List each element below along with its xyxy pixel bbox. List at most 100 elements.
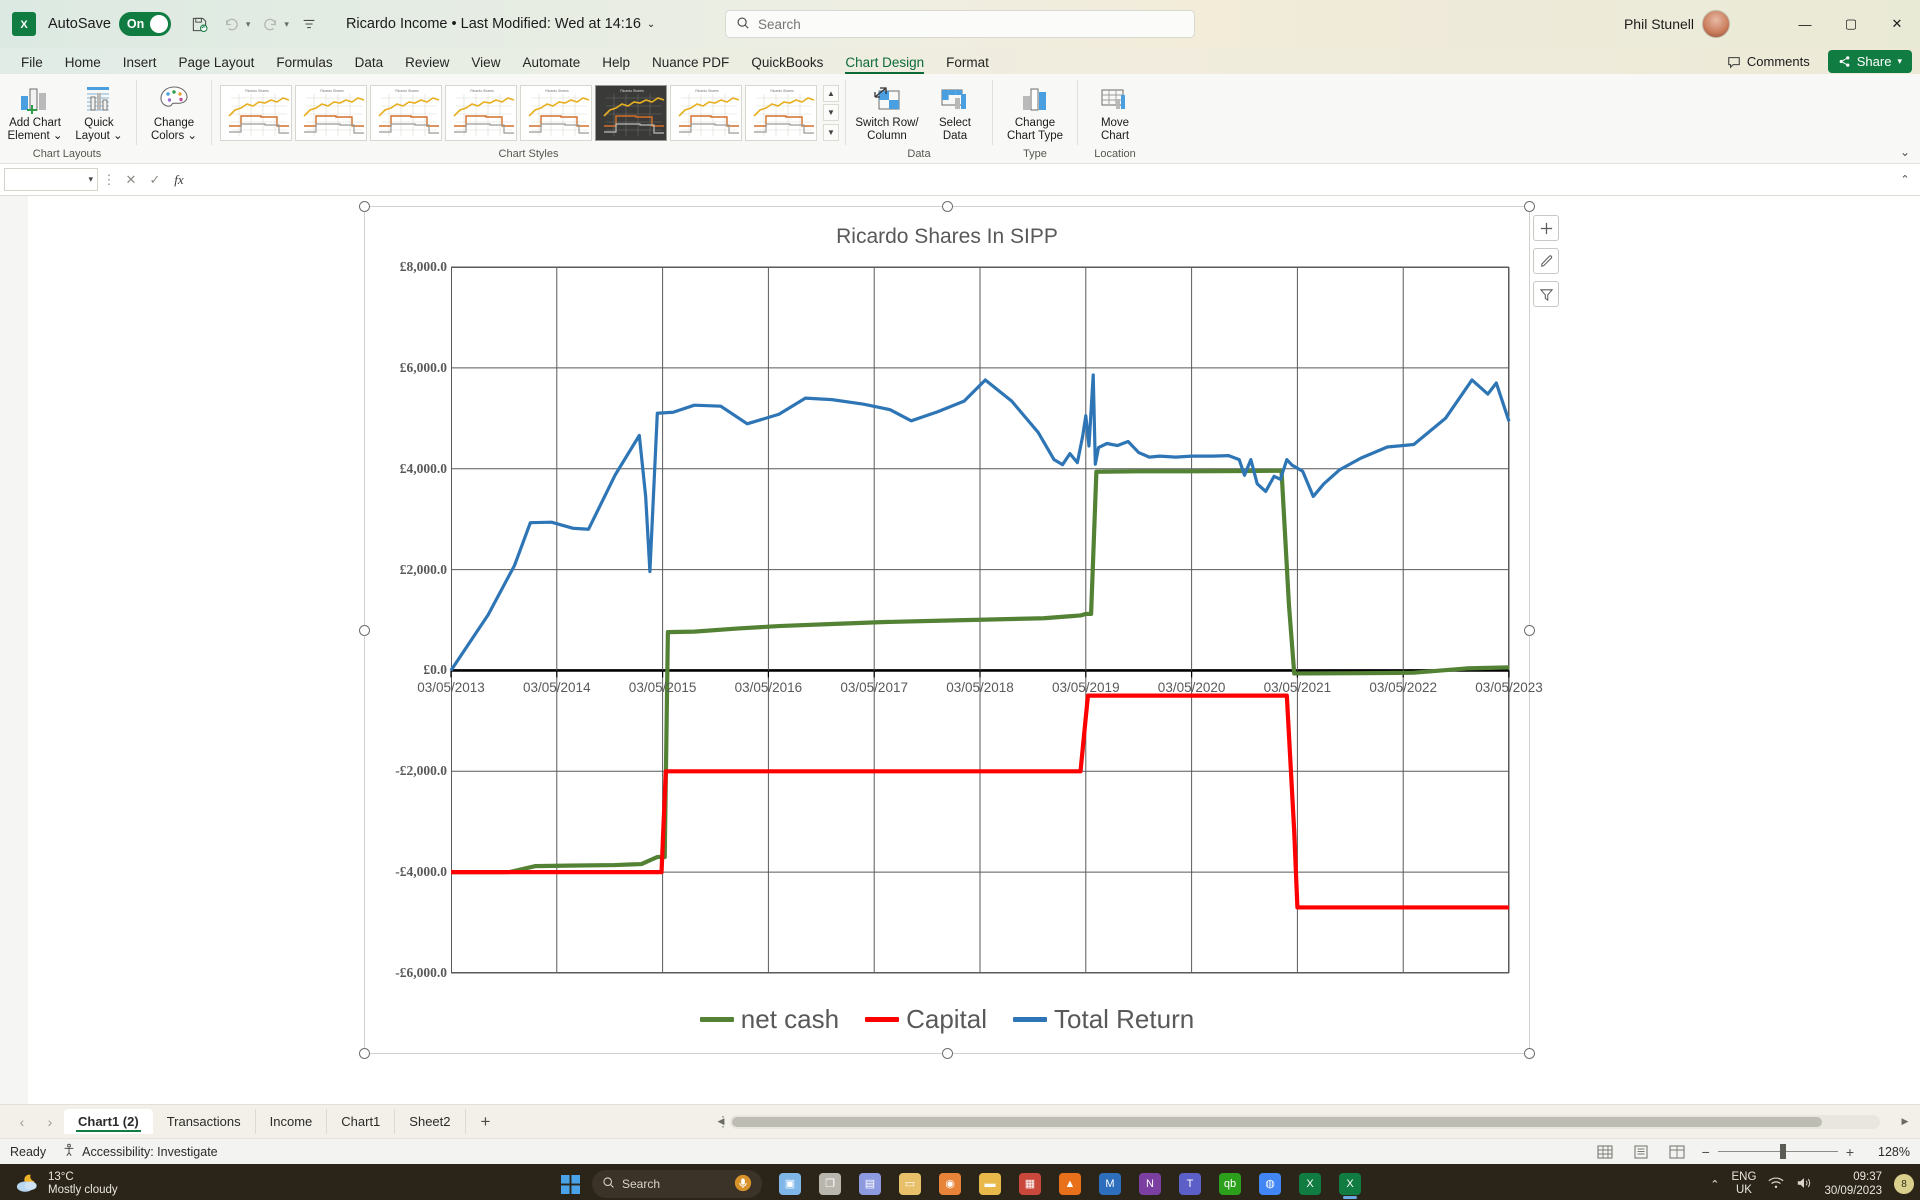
file-explorer-icon[interactable]: ▭: [892, 1167, 928, 1200]
zoom-out-button[interactable]: −: [1702, 1144, 1710, 1160]
ribbon-tab-nuance-pdf[interactable]: Nuance PDF: [641, 52, 740, 74]
task-view-icon[interactable]: ❐: [812, 1167, 848, 1200]
chart-styles-gallery-scrollbar[interactable]: ▲ ▼ ▼: [823, 84, 839, 141]
hscroll-right-arrow-icon[interactable]: ▶: [1896, 1116, 1914, 1127]
ribbon-collapse-icon[interactable]: ⌄: [1900, 145, 1910, 159]
add-chart-element-button[interactable]: Add Chart Element ⌄: [4, 79, 66, 146]
comments-button[interactable]: Comments: [1717, 50, 1820, 73]
chart-style-thumbnail-8[interactable]: Ricardo Shares: [745, 84, 817, 141]
change-colors-button[interactable]: Change Colors ⌄: [143, 79, 205, 146]
share-button[interactable]: Share ▾: [1827, 50, 1912, 73]
customize-qat-icon[interactable]: [294, 9, 324, 39]
resize-handle-top-left[interactable]: [359, 201, 370, 212]
ribbon-tab-page-layout[interactable]: Page Layout: [168, 52, 266, 74]
chart-style-thumbnail-4[interactable]: Ricardo Shares: [445, 84, 517, 141]
sheet-tab-transactions[interactable]: Transactions: [153, 1109, 256, 1134]
confirm-icon[interactable]: ✓: [144, 172, 166, 188]
firefox-icon[interactable]: ◉: [932, 1167, 968, 1200]
weather-widget[interactable]: 13°C Mostly cloudy: [14, 1171, 118, 1197]
teams-icon[interactable]: T: [1172, 1167, 1208, 1200]
hscroll-left-arrow-icon[interactable]: ◀: [712, 1116, 730, 1127]
chart-styles-button[interactable]: [1533, 248, 1559, 274]
zoom-slider[interactable]: − +: [1702, 1144, 1854, 1160]
resize-handle-top-right[interactable]: [1524, 201, 1535, 212]
accessibility-button[interactable]: Accessibility: Investigate: [62, 1143, 218, 1160]
chrome-icon[interactable]: ◍: [1252, 1167, 1288, 1200]
select-data-button[interactable]: Select Data: [924, 79, 986, 146]
ribbon-tab-data[interactable]: Data: [344, 52, 395, 74]
search-input[interactable]: [758, 16, 1184, 32]
wifi-icon[interactable]: [1768, 1176, 1784, 1193]
share-chevron-down-icon[interactable]: ▾: [1897, 56, 1902, 67]
save-icon[interactable]: [185, 9, 215, 39]
quick-layout-button[interactable]: Quick Layout ⌄: [68, 79, 130, 146]
scrollbar-thumb[interactable]: [732, 1116, 1822, 1127]
resize-handle-bottom-center[interactable]: [942, 1048, 953, 1059]
zoom-in-button[interactable]: +: [1846, 1144, 1854, 1160]
resize-handle-mid-left[interactable]: [359, 625, 370, 636]
chart-object[interactable]: Ricardo Shares In SIPP £8,000.0 £6,000.0 £…: [359, 201, 1559, 1059]
undo-dropdown-icon[interactable]: ▾: [246, 19, 251, 30]
language-indicator[interactable]: ENG UK: [1732, 1171, 1757, 1197]
ribbon-tab-chart-design[interactable]: Chart Design: [834, 52, 935, 74]
ribbon-tab-quickbooks[interactable]: QuickBooks: [740, 52, 834, 74]
excel-window-icon[interactable]: X: [1332, 1167, 1368, 1200]
user-account[interactable]: Phil Stunell: [1624, 10, 1730, 38]
resize-handle-top-center[interactable]: [942, 201, 953, 212]
legend-item-capital[interactable]: Capital: [865, 1004, 987, 1035]
zoom-level[interactable]: 128%: [1868, 1145, 1910, 1159]
chart-style-thumbnail-2[interactable]: Ricardo Shares: [295, 84, 367, 141]
sheet-tab-income[interactable]: Income: [256, 1109, 328, 1134]
ribbon-tab-home[interactable]: Home: [54, 52, 112, 74]
add-sheet-button[interactable]: +: [466, 1112, 506, 1132]
resize-handle-bottom-left[interactable]: [359, 1048, 370, 1059]
avatar[interactable]: [1702, 10, 1730, 38]
expand-formula-bar-icon[interactable]: ⌃: [1894, 173, 1916, 186]
sheet-tab-sheet2[interactable]: Sheet2: [395, 1109, 466, 1134]
ribbon-tab-format[interactable]: Format: [935, 52, 1000, 74]
move-chart-button[interactable]: Move Chart: [1084, 79, 1146, 146]
minimize-button[interactable]: —: [1782, 0, 1828, 48]
close-button[interactable]: ✕: [1874, 0, 1920, 48]
cancel-icon[interactable]: ✕: [120, 172, 142, 188]
notification-badge[interactable]: 8: [1894, 1174, 1914, 1194]
chart-style-thumbnail-5[interactable]: Ricardo Shares: [520, 84, 592, 141]
chart-style-thumbnail-7[interactable]: Ricardo Shares: [670, 84, 742, 141]
gallery-scroll-up-icon[interactable]: ▲: [823, 84, 839, 102]
legend-item-total-return[interactable]: Total Return: [1013, 1004, 1194, 1035]
name-box[interactable]: ▾: [4, 168, 98, 191]
normal-view-button[interactable]: [1594, 1143, 1616, 1161]
maximize-button[interactable]: ▢: [1828, 0, 1874, 48]
document-title-chevron-down-icon[interactable]: ⌄: [647, 19, 655, 30]
chart-legend[interactable]: net cash Capital Total Return: [365, 1004, 1529, 1035]
ribbon-tab-review[interactable]: Review: [394, 52, 460, 74]
widgets-icon[interactable]: ▣: [772, 1167, 808, 1200]
onenote-icon[interactable]: N: [1132, 1167, 1168, 1200]
formula-bar-options-icon[interactable]: ⋮: [100, 172, 118, 188]
chart-plot-area[interactable]: £8,000.0 £6,000.0 £4,000.0 £2,000.0 £0.0 -£2,…: [395, 259, 1543, 980]
gallery-scroll-down-icon[interactable]: ▼: [823, 104, 839, 121]
horizontal-scrollbar[interactable]: [730, 1114, 1880, 1129]
ribbon-tab-view[interactable]: View: [460, 52, 511, 74]
switch-row-column-button[interactable]: Switch Row/Column: [852, 79, 922, 146]
folder-icon[interactable]: ▬: [972, 1167, 1008, 1200]
excel-app-icon[interactable]: X: [1292, 1167, 1328, 1200]
resize-handle-mid-right[interactable]: [1524, 625, 1535, 636]
zoom-thumb[interactable]: [1779, 1143, 1786, 1159]
change-chart-type-button[interactable]: Change Chart Type: [999, 79, 1071, 146]
resize-handle-bottom-right[interactable]: [1524, 1048, 1535, 1059]
document-title[interactable]: Ricardo Income • Last Modified: Wed at 1…: [346, 16, 655, 32]
insert-function-icon[interactable]: fx: [168, 172, 190, 188]
chart-styles-gallery[interactable]: Ricardo Shares Ricardo Shares Ricardo Shar…: [218, 81, 819, 145]
ribbon-tab-insert[interactable]: Insert: [112, 52, 168, 74]
sheet-tab-chart1[interactable]: Chart1: [327, 1109, 396, 1134]
windows-start-icon[interactable]: [552, 1167, 588, 1200]
name-box-chevron-down-icon[interactable]: ▾: [88, 174, 93, 185]
chart-style-thumbnail-6[interactable]: Ricardo Shares: [595, 84, 667, 141]
redo-dropdown-icon[interactable]: ▾: [284, 19, 289, 30]
zoom-track[interactable]: [1717, 1143, 1838, 1159]
page-layout-view-button[interactable]: [1630, 1143, 1652, 1161]
chevron-left-icon[interactable]: ‹: [8, 1114, 36, 1130]
chat-icon[interactable]: ▤: [852, 1167, 888, 1200]
quickbooks-icon[interactable]: qb: [1212, 1167, 1248, 1200]
